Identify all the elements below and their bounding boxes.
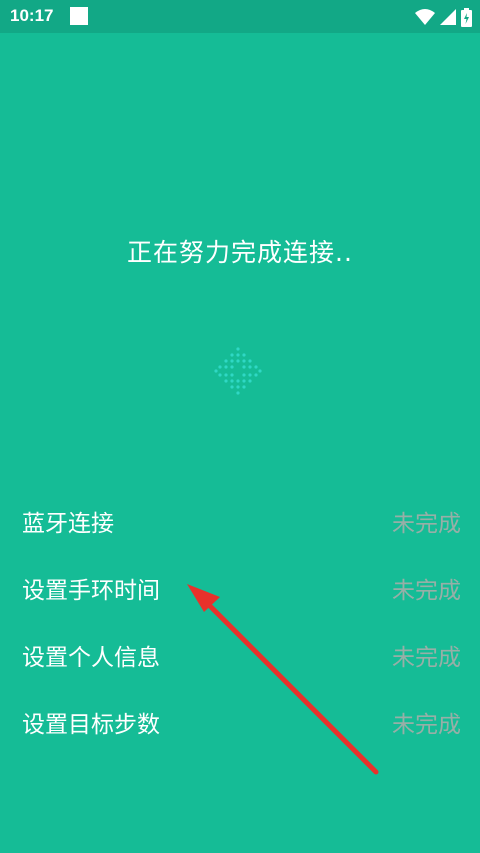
step-label: 设置手环时间 <box>22 578 160 604</box>
step-row-bluetooth: 蓝牙连接 未完成 <box>0 484 480 551</box>
step-label: 蓝牙连接 <box>22 511 114 537</box>
signal-icon <box>440 9 456 25</box>
step-label: 设置个人信息 <box>22 645 160 671</box>
status-bar: 10:17 <box>0 0 480 33</box>
connecting-message: 正在努力完成连接.. <box>127 238 353 267</box>
wifi-icon <box>415 9 435 25</box>
step-row-band-time: 设置手环时间 未完成 <box>0 551 480 618</box>
step-status: 未完成 <box>392 511 461 537</box>
status-time: 10:17 <box>10 6 54 25</box>
status-icons <box>415 7 472 27</box>
step-row-personal-info: 设置个人信息 未完成 <box>0 618 480 685</box>
step-label: 设置目标步数 <box>22 712 160 738</box>
step-status: 未完成 <box>392 578 461 604</box>
loading-spinner-icon <box>214 347 262 395</box>
step-status: 未完成 <box>392 645 461 671</box>
step-status: 未完成 <box>392 712 461 738</box>
connection-step-list: 蓝牙连接 未完成 设置手环时间 未完成 设置个人信息 未完成 设置目标步数 未完… <box>0 484 480 752</box>
battery-icon <box>461 7 472 27</box>
notification-icon <box>70 7 88 25</box>
step-row-step-goal: 设置目标步数 未完成 <box>0 685 480 752</box>
